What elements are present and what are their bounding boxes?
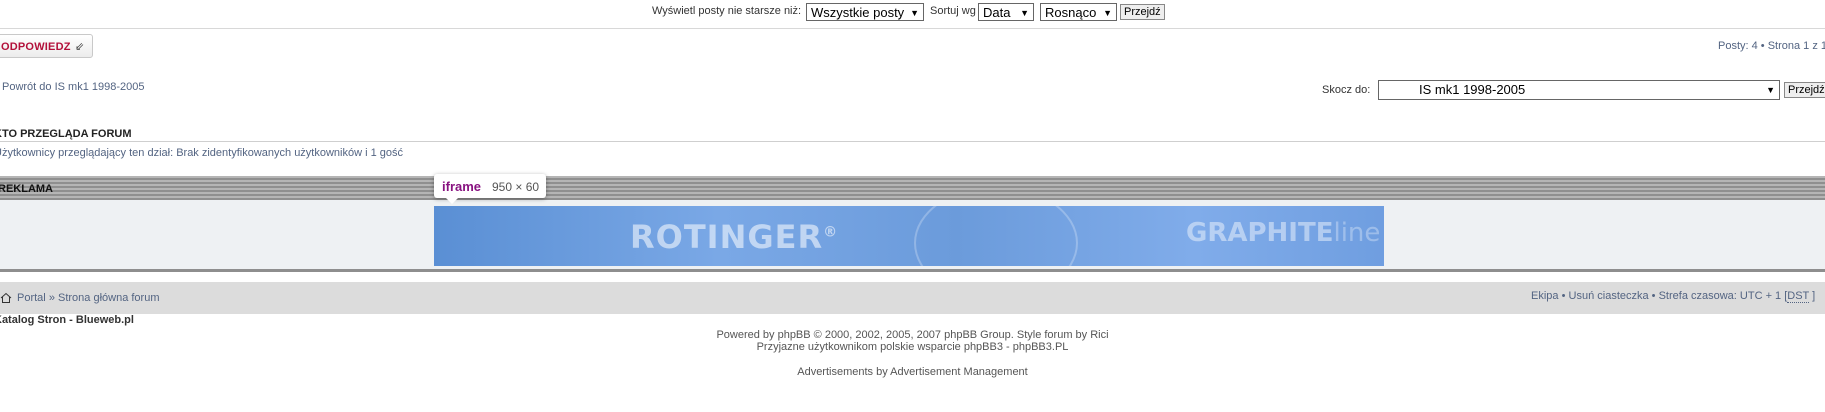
timezone-text: Strefa czasowa: UTC + 1 [	[1658, 290, 1788, 302]
breadcrumb-separator: »	[48, 292, 55, 304]
devtools-iframe-tooltip: iframe 950 × 60	[434, 174, 546, 204]
brake-disc-graphic	[914, 206, 1078, 266]
sort-order-value: Rosnąco	[1045, 5, 1097, 20]
reklama-header: REKLAMA	[0, 176, 1825, 200]
back-link-text: Powrót do IS mk1 1998-2005	[2, 81, 145, 93]
breadcrumb: Portal » Strona główna forum	[17, 292, 160, 304]
jump-go-button[interactable]: Przejdź	[1784, 82, 1825, 98]
credits-line-3: Advertisements by Advertisement Manageme…	[797, 366, 1028, 378]
chevron-down-icon: ▼	[1766, 85, 1775, 95]
chevron-down-icon: ▼	[910, 8, 919, 18]
sort-by-value: Data	[983, 5, 1011, 20]
show-posts-value: Wszystkie posty	[811, 5, 905, 20]
chevron-down-icon: ▼	[1020, 8, 1029, 18]
show-posts-label: Wyświetl posty nie starsze niż:	[652, 5, 802, 17]
jump-select-value: IS mk1 1998-2005	[1419, 82, 1526, 97]
footer-links: Ekipa • Usuń ciasteczka • Strefa czasowa…	[1531, 290, 1816, 303]
ad-brand-graphite: GRAPHITEline	[1186, 218, 1381, 248]
credits-line-2: Przyjazne użytkownikom polskie wsparcie …	[756, 341, 1069, 353]
separator: •	[1651, 290, 1656, 302]
separator: •	[1561, 290, 1566, 302]
dst-abbr: DST	[1787, 290, 1810, 303]
sort-by-select[interactable]: Data ▼	[978, 3, 1034, 21]
jump-label: Skocz do:	[1322, 84, 1371, 96]
ad-brand-rotinger: ROTINGER®	[630, 218, 839, 256]
pagination-info[interactable]: Posty: 4 • Strona 1 z 1	[1718, 40, 1825, 52]
sort-bar: Wyświetl posty nie starsze niż: Wszystki…	[0, 0, 1825, 29]
sort-by-label: Sortuj wg	[930, 5, 976, 17]
back-to-forum-link[interactable]: Powrót do IS mk1 1998-2005	[2, 81, 144, 93]
catalog-link[interactable]: Katalog Stron - Blueweb.pl	[0, 314, 134, 326]
tooltip-dimensions: 950 × 60	[492, 180, 540, 194]
who-is-online-text: Użytkownicy przeglądający ten dział: Bra…	[0, 147, 404, 159]
who-is-online-title: KTO PRZEGLĄDA FORUM	[0, 128, 132, 140]
reply-button[interactable]: ODPOWIEDZ ⇙	[0, 34, 93, 58]
breadcrumb-portal[interactable]: Portal	[17, 292, 46, 304]
reklama-title: REKLAMA	[0, 183, 53, 195]
jump-select[interactable]: IS mk1 1998-2005 ▼	[1378, 80, 1780, 100]
home-icon	[0, 292, 12, 303]
sort-order-select[interactable]: Rosnąco ▼	[1040, 3, 1117, 21]
credits-line-1: Powered by phpBB © 2000, 2002, 2005, 200…	[716, 329, 1109, 341]
timezone-close: ]	[1812, 290, 1816, 302]
show-posts-select[interactable]: Wszystkie posty ▼	[806, 3, 924, 21]
reply-button-label: ODPOWIEDZ	[1, 41, 71, 53]
sort-go-button[interactable]: Przejdź	[1120, 4, 1165, 20]
tooltip-tag: iframe	[442, 179, 482, 194]
advertisement-iframe[interactable]: ROTINGER® GRAPHITEline	[434, 206, 1384, 266]
breadcrumb-index[interactable]: Strona główna forum	[58, 292, 160, 304]
delete-cookies-link[interactable]: Usuń ciasteczka	[1569, 290, 1649, 302]
chevron-down-icon: ▼	[1103, 8, 1112, 18]
divider	[0, 141, 1825, 142]
team-link[interactable]: Ekipa	[1531, 290, 1559, 302]
reply-arrow-icon: ⇙	[75, 41, 85, 53]
